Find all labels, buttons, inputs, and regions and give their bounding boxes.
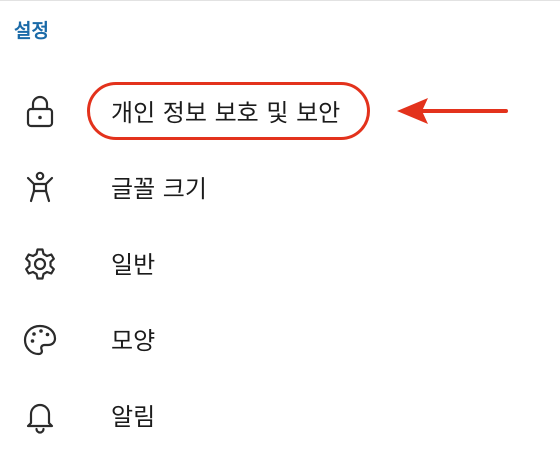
menu-item-label: 일반: [111, 251, 156, 279]
lock-icon: [22, 94, 58, 130]
menu-item-appearance[interactable]: 모양: [0, 306, 560, 376]
menu-item-general[interactable]: 일반: [0, 230, 560, 300]
palette-icon: [22, 322, 58, 358]
menu-item-label: 모양: [111, 327, 156, 355]
accessibility-person-icon: [22, 170, 58, 206]
top-divider: [0, 0, 560, 1]
menu-item-notifications[interactable]: 알림: [0, 382, 560, 452]
menu-item-label: 글꼴 크기: [111, 175, 207, 203]
gear-icon: [22, 246, 58, 282]
highlight-ellipse: [87, 82, 370, 140]
menu-item-label: 알림: [111, 403, 156, 431]
page-title: 설정: [14, 20, 49, 42]
bell-icon: [22, 398, 58, 434]
left-arrow-icon: [394, 94, 512, 128]
menu-item-font-size[interactable]: 글꼴 크기: [0, 154, 560, 224]
